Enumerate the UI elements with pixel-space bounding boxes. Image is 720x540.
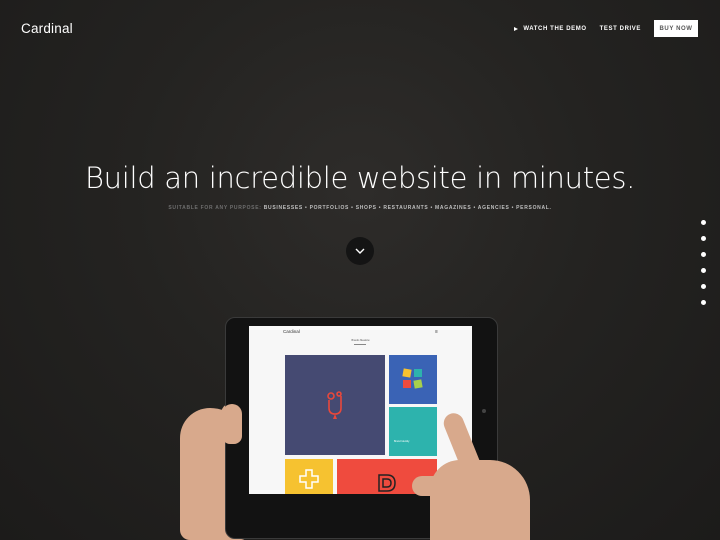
screen-title: Brands Meadow [351,339,370,342]
pagination-dot[interactable] [701,300,706,305]
blue-tile [389,355,437,404]
hero-subline: SUITABLE FOR ANY PURPOSE: BUSINESSES • P… [0,205,720,211]
yellow-tile [285,459,333,494]
right-hand-image [430,460,530,540]
logo[interactable]: Cardinal [21,21,73,36]
pagination-dots [701,220,706,316]
top-nav: WATCH THE DEMO TEST DRIVE BUY NOW [514,20,698,37]
pagination-dot[interactable] [701,220,706,225]
subline-prefix: SUITABLE FOR ANY PURPOSE: [168,205,262,211]
navy-tile [285,355,385,455]
logo-mark-icon [327,391,342,419]
screen-title-rule [354,344,366,345]
screen-logo: Cardinal [283,329,300,334]
pagination-dot[interactable] [701,236,706,241]
colorful-squares-icon [402,368,423,389]
pagination-dot[interactable] [701,268,706,273]
scroll-down-button[interactable] [346,237,374,265]
letter-d-icon [378,474,396,492]
watch-demo-label: WATCH THE DEMO [523,25,587,32]
buy-now-button[interactable]: BUY NOW [654,20,698,37]
plus-shape-icon [299,469,319,489]
chevron-down-icon [355,248,365,254]
test-drive-link[interactable]: TEST DRIVE [600,26,641,32]
menu-icon: ≡ [435,329,438,335]
teal-tile-caption: Brand Identity [394,440,410,443]
play-icon [514,26,519,31]
hero-headline: Build an incredible website in minutes. [84,161,636,195]
watch-demo-link[interactable]: WATCH THE DEMO [514,26,586,32]
teal-tile: Brand Identity [389,407,437,456]
pagination-dot[interactable] [701,284,706,289]
pagination-dot[interactable] [701,252,706,257]
left-thumb-tip-image [222,404,242,444]
subline-items: BUSINESSES • PORTFOLIOS • SHOPS • RESTAU… [263,205,552,211]
tablet-home-button [482,409,486,413]
